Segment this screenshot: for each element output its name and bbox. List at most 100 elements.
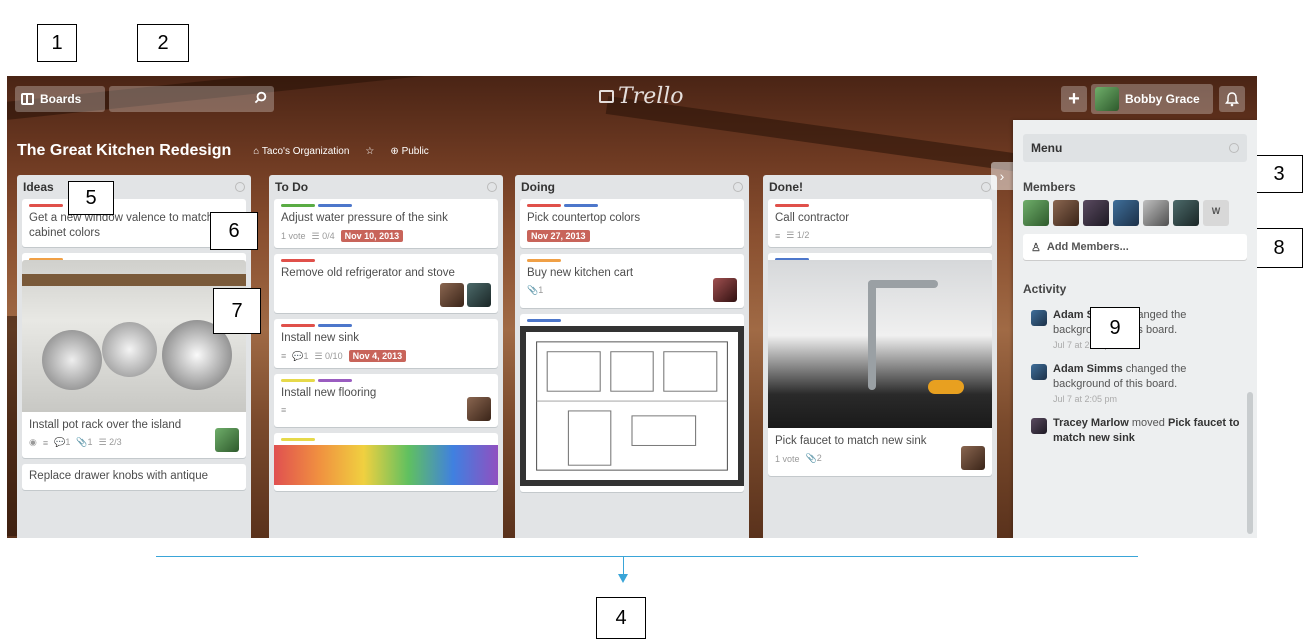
label-yellow <box>281 379 315 382</box>
pot-rack-photo <box>22 260 246 412</box>
avatar[interactable] <box>440 283 464 307</box>
list-to-do[interactable]: To Do Adjust water pressure of the sink … <box>269 175 503 538</box>
activity-text: Adam Simms changed the background of thi… <box>1053 362 1243 392</box>
card-title: Call contractor <box>775 212 850 224</box>
color-swatch-image <box>274 445 498 485</box>
avatar[interactable] <box>1173 200 1199 226</box>
organization-name: Taco's Organization <box>261 145 350 157</box>
activity-text: Adam Simms changed the background of thi… <box>1053 308 1243 338</box>
activity-actor[interactable]: Tracey Marlow <box>1053 417 1129 429</box>
board-header: The Great Kitchen Redesign ⌂ Taco's Orga… <box>7 136 1007 166</box>
activity-item: Tracey Marlow moved Pick faucet to match… <box>1031 416 1243 446</box>
list-menu-icon[interactable] <box>733 182 743 192</box>
callout-7: 7 <box>213 288 261 334</box>
callout-4: 4 <box>596 597 646 639</box>
card[interactable] <box>520 314 744 492</box>
due-date-badge: Nov 4, 2013 <box>348 350 407 362</box>
card[interactable] <box>274 433 498 491</box>
card[interactable]: Install new flooring ≡ <box>274 374 498 427</box>
list-title[interactable]: Done! <box>769 180 803 194</box>
floor-plan-image <box>520 326 744 486</box>
card[interactable]: Install new sink ≡ 💬1 ☰ 0/10 Nov 4, 2013 <box>274 319 498 368</box>
user-name: Bobby Grace <box>1125 92 1200 106</box>
board-icon <box>21 93 34 105</box>
avatar <box>1095 87 1119 111</box>
avatar[interactable]: W <box>1203 200 1229 226</box>
callout-2: 2 <box>137 24 189 62</box>
card-badges: 1 vote ☰ 0/4 Nov 10, 2013 <box>281 230 491 242</box>
list-title[interactable]: Ideas <box>23 180 54 194</box>
watch-icon: ◉ <box>29 437 37 447</box>
label-red <box>281 324 315 327</box>
avatar[interactable] <box>1031 418 1047 434</box>
board-title[interactable]: The Great Kitchen Redesign <box>17 142 231 160</box>
card[interactable]: Call contractor ≡ ☰ 1/2 <box>768 199 992 247</box>
card[interactable]: Pick countertop colors Nov 27, 2013 <box>520 199 744 248</box>
card-badges: ≡ ☰ 1/2 <box>775 230 985 241</box>
visibility-button[interactable]: ⊕ Public <box>390 146 428 157</box>
list-done[interactable]: Done! Call contractor ≡ ☰ 1/2 Pick fauce… <box>763 175 997 538</box>
callout-8-label: 8 <box>1273 236 1285 259</box>
notifications-button[interactable] <box>1219 86 1245 112</box>
add-button[interactable]: + <box>1061 86 1087 112</box>
annotation-line <box>156 556 1138 557</box>
boards-button[interactable]: Boards <box>15 86 105 112</box>
plus-icon: + <box>1068 88 1080 110</box>
label-purple <box>318 379 352 382</box>
activity-time[interactable]: Jul 7 at 2:06 pm <box>1053 340 1243 350</box>
trello-logo-icon <box>599 90 614 103</box>
user-menu-button[interactable]: Bobby Grace <box>1091 84 1213 114</box>
list-title[interactable]: Doing <box>521 180 555 194</box>
gear-icon[interactable] <box>1229 143 1239 153</box>
list-menu-icon[interactable] <box>981 182 991 192</box>
avatar[interactable] <box>961 446 985 470</box>
avatar[interactable] <box>467 283 491 307</box>
label-red <box>527 204 561 207</box>
boards-label: Boards <box>40 92 82 106</box>
card[interactable]: Adjust water pressure of the sink 1 vote… <box>274 199 498 248</box>
arrow-down-icon <box>618 574 628 583</box>
card[interactable]: Remove old refrigerator and stove <box>274 254 498 313</box>
add-members-button[interactable]: ♙ Add Members... <box>1023 234 1247 260</box>
trello-logo[interactable]: Trello <box>599 84 684 109</box>
avatar[interactable] <box>1113 200 1139 226</box>
visibility-label: Public <box>401 145 429 157</box>
sidebar-scrollbar[interactable] <box>1247 392 1253 534</box>
avatar[interactable] <box>1083 200 1109 226</box>
list-doing[interactable]: Doing Pick countertop colors Nov 27, 201… <box>515 175 749 538</box>
list-menu-icon[interactable] <box>235 182 245 192</box>
callout-6: 6 <box>210 212 258 250</box>
card[interactable]: Buy new kitchen cart 📎1 <box>520 254 744 308</box>
comment-badge: 💬1 <box>54 437 71 447</box>
list-header: Done! <box>763 175 997 199</box>
description-icon: ≡ <box>42 437 49 448</box>
organization-link[interactable]: ⌂ Taco's Organization <box>253 146 349 157</box>
description-icon: ≡ <box>281 351 287 361</box>
logo-text: Trello <box>618 84 684 109</box>
callout-6-label: 6 <box>228 219 240 242</box>
card[interactable]: Replace drawer knobs with antique <box>22 464 246 490</box>
avatar[interactable] <box>713 278 737 302</box>
activity-actor[interactable]: Adam Simms <box>1053 363 1123 375</box>
activity-time[interactable]: Jul 7 at 2:05 pm <box>1053 394 1243 404</box>
card[interactable]: Pick faucet to match new sink 1 vote 📎2 <box>768 253 992 476</box>
avatar[interactable] <box>467 397 491 421</box>
avatar[interactable] <box>1143 200 1169 226</box>
checklist-badge: ☰ 1/2 <box>786 230 810 240</box>
avatar[interactable] <box>1031 364 1047 380</box>
menu-header[interactable]: Menu <box>1023 134 1247 162</box>
sidebar-toggle[interactable]: › <box>991 162 1013 190</box>
avatar[interactable] <box>1031 310 1047 326</box>
list-title[interactable]: To Do <box>275 180 308 194</box>
list-menu-icon[interactable] <box>487 182 497 192</box>
vote-badge: 1 vote <box>775 453 800 464</box>
card[interactable]: Install pot rack over the island ◉ ≡ 💬1 … <box>22 253 246 458</box>
avatar[interactable] <box>1023 200 1049 226</box>
members-list: W <box>1023 200 1247 226</box>
label-red <box>281 259 315 262</box>
search-input[interactable] <box>109 86 274 112</box>
avatar[interactable] <box>1053 200 1079 226</box>
comment-badge: 💬1 <box>292 350 309 361</box>
star-icon[interactable]: ☆ <box>365 146 374 157</box>
avatar[interactable] <box>215 428 239 452</box>
